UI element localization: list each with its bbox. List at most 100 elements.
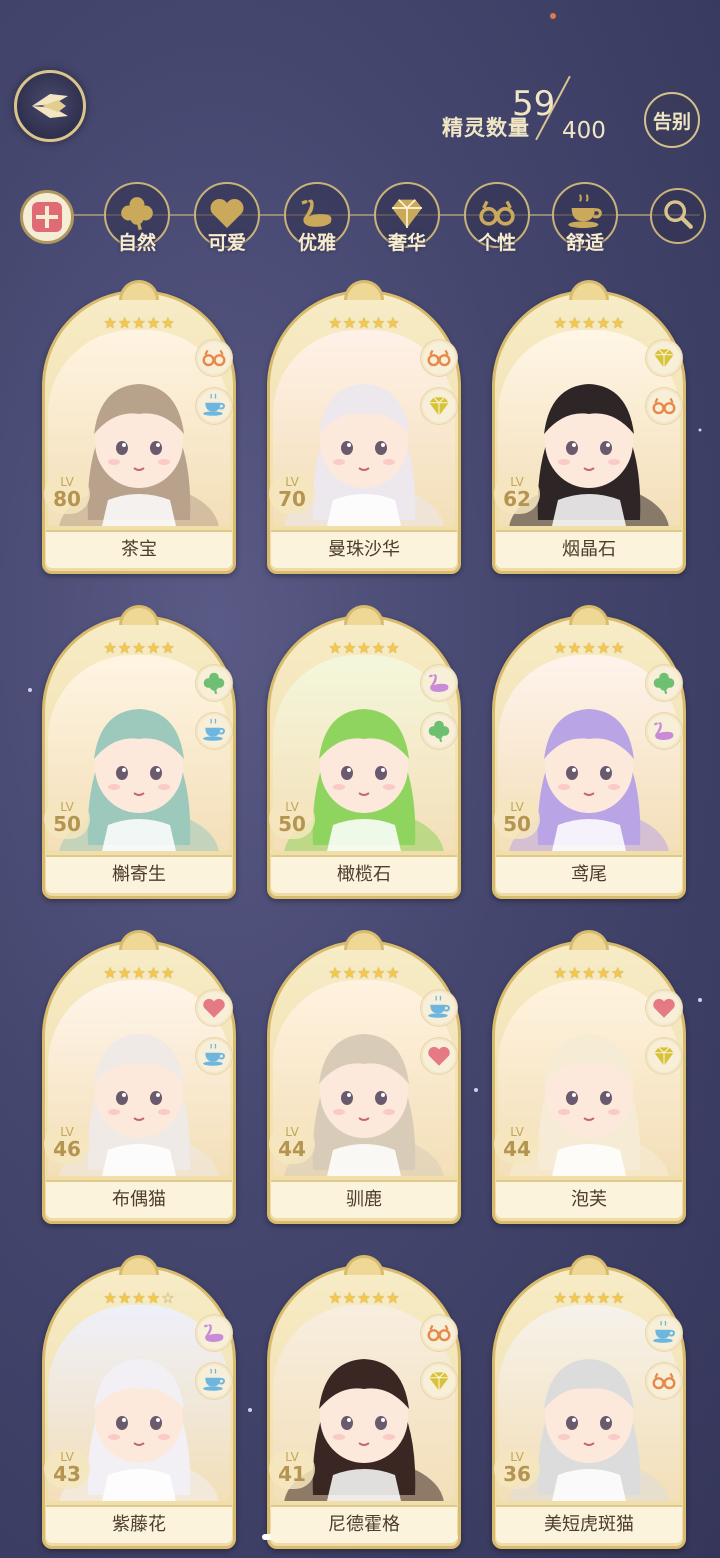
star-icon: ★ xyxy=(371,964,386,982)
card-crown-ornament xyxy=(569,1255,609,1275)
teacup-icon xyxy=(196,1363,232,1399)
spirit-card[interactable]: ★ ★ ★ ★ ★ LV 62 烟晶石 xyxy=(492,280,686,574)
spirit-card[interactable]: ★ ★ ★ ★ ★ LV 44 泡芙 xyxy=(492,930,686,1224)
spirit-card[interactable]: ★ ★ ★ ★ ☆ LV 43 紫藤花 xyxy=(42,1255,236,1549)
diamond-icon xyxy=(421,388,457,424)
card-crown-ornament xyxy=(119,605,159,625)
star-icon: ★ xyxy=(146,314,161,332)
spirit-card[interactable]: ★ ★ ★ ★ ★ LV 50 鸢尾 xyxy=(492,605,686,899)
spirit-name: 曼珠沙华 xyxy=(271,530,457,568)
star-icon: ★ xyxy=(357,1289,371,1307)
star-icon: ★ xyxy=(611,639,625,657)
rarity-stars: ★ ★ ★ ★ ★ xyxy=(328,316,399,331)
spirit-card[interactable]: ★ ★ ★ ★ ★ LV 50 橄榄石 xyxy=(267,605,461,899)
diamond-icon xyxy=(421,1363,457,1399)
star-icon: ★ xyxy=(342,639,357,657)
rarity-stars: ★ ★ ★ ★ ★ xyxy=(103,966,174,981)
glasses-icon xyxy=(196,340,232,376)
teacup-icon xyxy=(196,1038,232,1074)
star-icon: ★ xyxy=(117,314,132,332)
spirit-card[interactable]: ★ ★ ★ ★ ★ LV 70 曼珠沙华 xyxy=(267,280,461,574)
diamond-icon xyxy=(646,340,682,376)
star-icon: ★ xyxy=(132,314,146,332)
spirit-card[interactable]: ★ ★ ★ ★ ★ LV 44 驯鹿 xyxy=(267,930,461,1224)
card-crown-ornament xyxy=(569,930,609,950)
star-icon: ★ xyxy=(553,314,567,332)
star-icon: ★ xyxy=(117,1289,132,1307)
star-icon: ★ xyxy=(328,639,342,657)
level-badge: LV 43 xyxy=(44,1449,90,1489)
star-icon: ★ xyxy=(553,1289,567,1307)
level-value: 41 xyxy=(278,1462,306,1486)
glasses-icon xyxy=(646,388,682,424)
star-icon: ★ xyxy=(596,639,611,657)
star-icon: ★ xyxy=(103,1289,117,1307)
star-icon: ★ xyxy=(146,1289,161,1307)
card-crown-ornament xyxy=(569,605,609,625)
card-crown-ornament xyxy=(344,280,384,300)
glasses-icon xyxy=(646,1363,682,1399)
rarity-stars: ★ ★ ★ ★ ★ xyxy=(553,1291,624,1306)
level-value: 62 xyxy=(503,487,531,511)
star-icon: ★ xyxy=(117,639,132,657)
star-icon: ★ xyxy=(596,1289,611,1307)
spirit-card[interactable]: ★ ★ ★ ★ ★ LV 50 槲寄生 xyxy=(42,605,236,899)
level-value: 46 xyxy=(53,1137,81,1161)
card-crown-ornament xyxy=(119,930,159,950)
star-icon: ★ xyxy=(567,1289,582,1307)
star-icon: ★ xyxy=(103,964,117,982)
level-badge: LV 62 xyxy=(494,474,540,514)
star-icon: ★ xyxy=(596,964,611,982)
heart-icon xyxy=(421,1038,457,1074)
star-icon: ★ xyxy=(132,964,146,982)
star-icon: ☆ xyxy=(161,1289,175,1307)
rarity-stars: ★ ★ ★ ★ ★ xyxy=(328,641,399,656)
level-badge: LV 80 xyxy=(44,474,90,514)
rarity-stars: ★ ★ ★ ★ ★ xyxy=(103,316,174,331)
star-icon: ★ xyxy=(386,1289,400,1307)
star-icon: ★ xyxy=(582,964,596,982)
star-icon: ★ xyxy=(103,314,117,332)
level-value: 70 xyxy=(278,487,306,511)
spirit-card[interactable]: ★ ★ ★ ★ ★ LV 41 尼德霍格 xyxy=(267,1255,461,1549)
star-icon: ★ xyxy=(582,1289,596,1307)
rarity-stars: ★ ★ ★ ★ ★ xyxy=(328,1291,399,1306)
star-icon: ★ xyxy=(386,639,400,657)
glasses-icon xyxy=(421,340,457,376)
clover-icon xyxy=(196,665,232,701)
spirit-card[interactable]: ★ ★ ★ ★ ★ LV 46 布偶猫 xyxy=(42,930,236,1224)
clover-icon xyxy=(421,713,457,749)
level-value: 50 xyxy=(278,812,306,836)
star-icon: ★ xyxy=(611,1289,625,1307)
star-icon: ★ xyxy=(386,964,400,982)
star-icon: ★ xyxy=(161,639,175,657)
spirit-name: 橄榄石 xyxy=(271,855,457,893)
star-icon: ★ xyxy=(567,964,582,982)
spirit-name: 槲寄生 xyxy=(46,855,232,893)
level-value: 44 xyxy=(278,1137,306,1161)
level-badge: LV 50 xyxy=(44,799,90,839)
spirit-name: 紫藤花 xyxy=(46,1505,232,1543)
star-icon: ★ xyxy=(132,639,146,657)
star-icon: ★ xyxy=(328,1289,342,1307)
level-badge: LV 50 xyxy=(269,799,315,839)
star-icon: ★ xyxy=(342,964,357,982)
star-icon: ★ xyxy=(611,964,625,982)
star-icon: ★ xyxy=(567,639,582,657)
star-icon: ★ xyxy=(371,1289,386,1307)
level-value: 50 xyxy=(53,812,81,836)
rarity-stars: ★ ★ ★ ★ ★ xyxy=(103,641,174,656)
spirit-card[interactable]: ★ ★ ★ ★ ★ LV 36 美短虎斑猫 xyxy=(492,1255,686,1549)
star-icon: ★ xyxy=(357,639,371,657)
spirit-card[interactable]: ★ ★ ★ ★ ★ LV 80 茶宝 xyxy=(42,280,236,574)
spirit-name: 驯鹿 xyxy=(271,1180,457,1218)
star-icon: ★ xyxy=(328,964,342,982)
teacup-icon xyxy=(421,990,457,1026)
star-icon: ★ xyxy=(611,314,625,332)
star-icon: ★ xyxy=(103,639,117,657)
level-value: 44 xyxy=(503,1137,531,1161)
star-icon: ★ xyxy=(146,639,161,657)
teacup-icon xyxy=(196,388,232,424)
level-badge: LV 70 xyxy=(269,474,315,514)
swan-icon xyxy=(646,713,682,749)
